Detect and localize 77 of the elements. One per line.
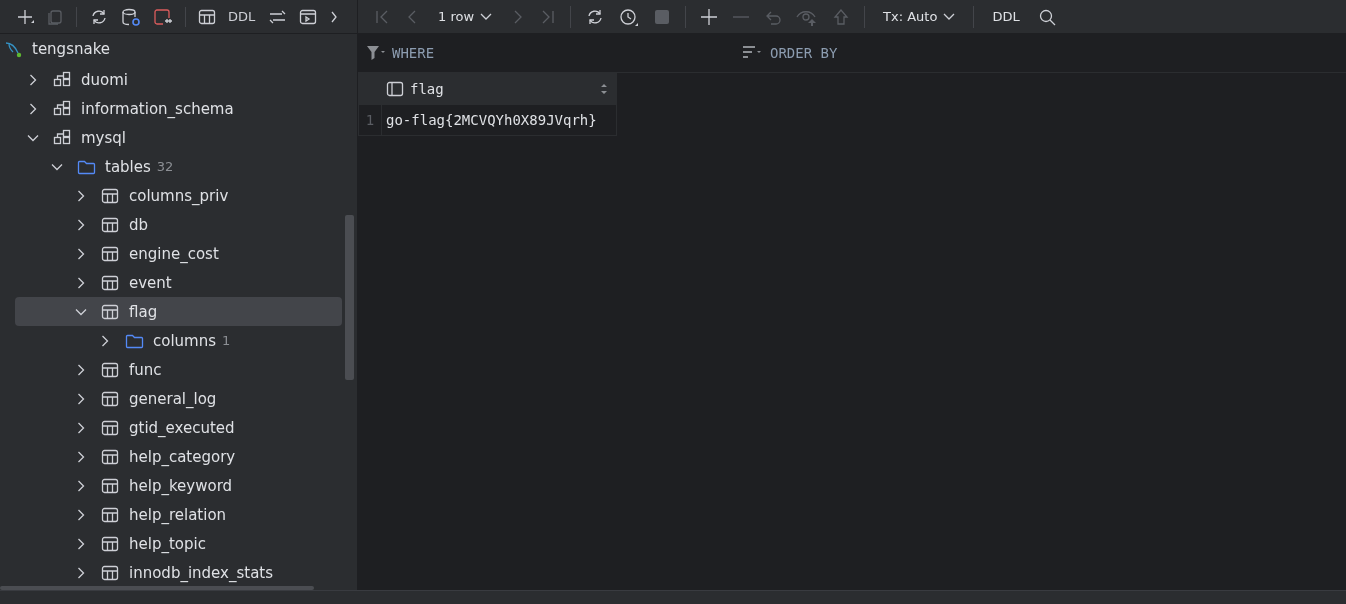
chevron-right-icon[interactable] [75,537,87,550]
schema-icon [53,70,73,89]
database-settings-icon[interactable] [121,7,141,26]
add-row-icon[interactable] [700,7,719,26]
chevron-right-icon[interactable] [75,479,87,492]
chevron-right-icon[interactable] [75,276,87,289]
console-icon[interactable] [299,7,318,26]
table-icon [101,273,121,292]
search-icon[interactable] [1037,7,1056,26]
tree-item[interactable]: duomi [15,65,342,94]
table-icon [101,476,121,495]
chevron-right-icon[interactable] [75,218,87,231]
tree-item[interactable]: gtid_executed [15,413,342,442]
add-icon[interactable] [16,7,34,26]
chevron-right-icon[interactable] [75,566,87,579]
table-icon [101,186,121,205]
tree-item[interactable]: flag [15,297,342,326]
chevron-right-icon[interactable] [75,363,87,376]
tree-item[interactable]: help_topic [15,529,342,558]
vertical-scrollbar[interactable] [345,215,354,380]
table-cell[interactable]: go-flag{2MCVQYh0X89JVqrh} [381,104,617,136]
caret-icon [480,12,493,21]
chevron-right-icon[interactable] [27,102,39,115]
tree-item[interactable]: func [15,355,342,384]
page-size-dropdown[interactable]: 1 row [434,9,497,24]
schema-icon [53,99,73,118]
tree-item[interactable]: tengsnake [4,34,357,63]
table-icon [101,360,121,379]
table-icon [101,244,121,263]
item-count: 1 [222,333,231,348]
horizontal-scrollbar[interactable] [0,586,314,590]
chevron-right-icon[interactable] [75,421,87,434]
order-by-field[interactable]: ORDER BY [770,45,838,61]
table-icon [101,302,121,321]
chevron-right-icon[interactable] [75,450,87,463]
tree-item[interactable]: engine_cost [15,239,342,268]
dolphin-icon [4,39,24,58]
schema-icon [53,128,73,147]
tree-item[interactable]: help_relation [15,500,342,529]
ddl-button[interactable]: DDL [988,9,1024,24]
tree-item[interactable]: information_schema [15,94,342,123]
table-icon [101,215,121,234]
chevron-right-icon[interactable] [99,334,111,347]
chevron-right-icon[interactable] [75,189,87,202]
tree-item[interactable]: general_log [15,384,342,413]
tree-item[interactable]: help_keyword [15,471,342,500]
column-header[interactable]: flag [381,73,617,105]
tree-item[interactable]: tables 32 [15,152,342,181]
chevron-right-icon[interactable] [75,508,87,521]
tree-item[interactable]: help_category [15,442,342,471]
caret-icon [943,12,956,21]
table-icon [101,505,121,524]
table-icon [101,563,121,582]
transaction-mode-dropdown[interactable]: Tx: Auto [879,9,960,24]
tree-item[interactable]: columns 1 [15,326,342,355]
table-icon [101,418,121,437]
tree-item[interactable]: mysql [15,123,342,152]
tree-item[interactable]: columns_priv [15,181,342,210]
table-icon [101,389,121,408]
where-filter-field[interactable]: WHERE [392,45,435,61]
chevron-right-icon[interactable] [75,247,87,260]
disconnect-icon[interactable] [153,7,173,26]
column-icon [386,80,404,98]
tree-item[interactable]: innodb_index_stats [15,558,342,587]
filter-icon[interactable] [366,44,386,62]
tree-item[interactable]: db [15,210,342,239]
clock-icon[interactable] [619,7,640,26]
table-icon [101,447,121,466]
ddl-button[interactable]: DDL [228,9,256,24]
table-icon [101,534,121,553]
chevron-right-icon[interactable] [75,392,87,405]
table-icon[interactable] [198,7,216,26]
row-number: 1 [358,104,382,136]
tree-item[interactable]: event [15,268,342,297]
item-count: 32 [156,159,174,174]
chevron-right-icon[interactable] [27,73,39,86]
column-name: flag [410,81,444,97]
